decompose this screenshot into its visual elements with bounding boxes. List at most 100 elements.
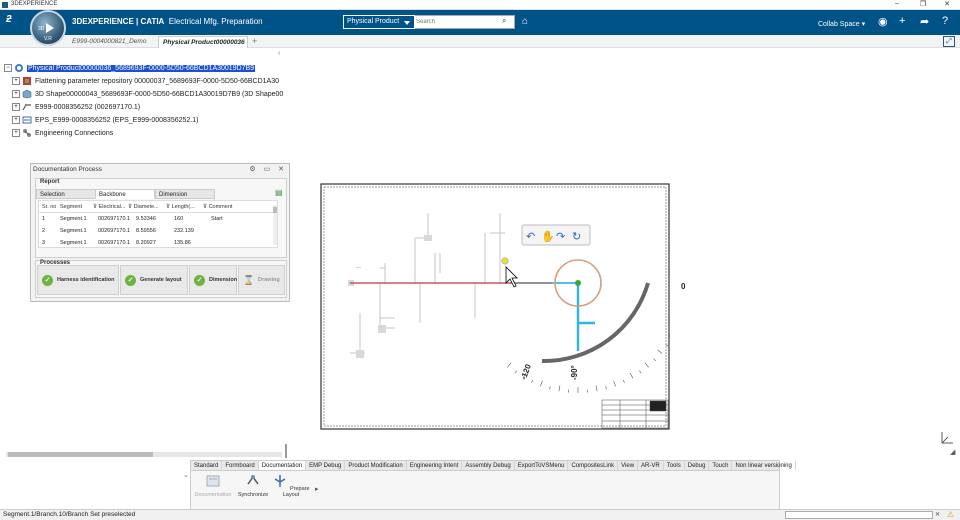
generate-layout-button[interactable]: ✓ Generate layout xyxy=(120,265,188,295)
tab-emp-debug[interactable]: EMP Debug xyxy=(306,461,346,470)
collapse-tree-icon[interactable]: ‹ xyxy=(278,50,280,57)
scroll-thumb[interactable] xyxy=(273,207,277,213)
tag-icon[interactable]: ⌂ xyxy=(522,16,528,27)
documentation-icon xyxy=(206,475,220,487)
tab-debug[interactable]: Debug xyxy=(685,461,710,470)
more-commands-icon[interactable]: ▸ xyxy=(315,485,319,493)
tab-e999-demo[interactable]: E999-0004000821_Demo xyxy=(68,36,156,48)
minimize-icon[interactable]: – xyxy=(886,0,908,7)
tab-export-to-vs-menu[interactable]: ExportToVSMenu xyxy=(515,461,569,470)
rotate-right-icon[interactable]: ↻ xyxy=(572,231,581,243)
tree-item-flattening[interactable]: + Flattening parameter repository 000000… xyxy=(12,75,279,87)
tree-horizontal-scrollbar[interactable] xyxy=(6,452,282,457)
column-header[interactable]: ⊽ Diamete... xyxy=(128,204,159,210)
angle-label-0: 0 xyxy=(681,282,686,291)
warning-icon[interactable]: ⚠ xyxy=(947,510,954,519)
tab-backbone[interactable]: Backbone xyxy=(95,189,155,199)
tab-engineering-intent[interactable]: Engineering Intent xyxy=(407,461,463,470)
report-table: Sr. no Segment ⊽ Electrical... ⊽ Diamete… xyxy=(38,200,278,248)
harness-icon xyxy=(22,103,31,111)
command-input[interactable] xyxy=(785,511,933,519)
tab-composites-link[interactable]: CompositesLink xyxy=(568,461,619,470)
tab-touch[interactable]: Touch xyxy=(709,461,733,470)
help-icon[interactable]: ? xyxy=(942,15,948,27)
column-header[interactable]: ⊽ Comment xyxy=(203,204,232,210)
tree-item-engineering-connections[interactable]: + Engineering Connections xyxy=(12,127,113,139)
collapse-action-bar-icon[interactable]: ⌄ xyxy=(183,471,189,479)
table-cell: 2 xyxy=(42,228,46,234)
tree-item-e999[interactable]: + E999-0008356252 (002697170.1) xyxy=(12,101,140,113)
collapse-icon[interactable]: − xyxy=(4,64,12,72)
action-bar-tabs: Standard Formboard Documentation EMP Deb… xyxy=(190,460,796,471)
eps-icon xyxy=(22,116,32,124)
tab-dimension[interactable]: Dimension xyxy=(155,189,215,199)
search-input[interactable] xyxy=(416,16,498,28)
play-icon xyxy=(46,23,54,33)
table-cell: 9.53346 xyxy=(136,216,156,222)
user-icon[interactable]: ◉ xyxy=(878,15,888,28)
panel-splitter[interactable] xyxy=(285,444,287,458)
panel-controls[interactable]: ⚙ ▭ ✕ xyxy=(249,165,287,173)
dimension-button[interactable]: ✓ Dimension xyxy=(189,265,237,295)
synchronize-command[interactable]: Synchronize xyxy=(233,474,273,498)
prepare-layout-command[interactable]: Prepare Layout xyxy=(271,474,311,498)
expand-node-icon[interactable]: + xyxy=(12,103,20,111)
column-header: Sr. no xyxy=(42,204,57,210)
tab-documentation[interactable]: Documentation xyxy=(258,461,307,470)
rotate-left-icon[interactable]: ↷ xyxy=(556,231,565,243)
search-icon[interactable]: ⌕ xyxy=(502,16,514,28)
add-icon[interactable]: + xyxy=(899,15,905,27)
synchronize-icon xyxy=(247,475,259,485)
collab-space-menu[interactable]: Collab Space ▾ xyxy=(818,20,865,28)
tab-view[interactable]: View xyxy=(618,461,639,470)
add-tab-icon[interactable]: + xyxy=(252,36,257,46)
expand-node-icon[interactable]: + xyxy=(12,129,20,137)
search-context-dropdown[interactable]: Physical Product xyxy=(343,15,415,29)
expand-node-icon[interactable]: + xyxy=(12,116,20,124)
branch-point[interactable] xyxy=(575,280,581,286)
check-icon: ✓ xyxy=(125,274,136,286)
table-cell: 1 xyxy=(42,216,46,222)
tab-formboard[interactable]: Formboard xyxy=(222,461,259,470)
resize-grip-icon[interactable]: ◢ xyxy=(950,448,955,456)
table-cell: Start xyxy=(211,216,223,222)
restore-icon[interactable]: ❐ xyxy=(912,0,934,8)
expand-node-icon[interactable]: + xyxy=(12,77,20,85)
tab-selection[interactable]: Selection xyxy=(36,189,96,199)
drawing-canvas[interactable]: ↶ ✋ ↷ ↻ — xyxy=(320,183,670,430)
brand-title: 3DEXPERIENCE | CATIA Electrical Mfg. Pre… xyxy=(72,17,263,26)
column-header[interactable]: ⊽ Length(... xyxy=(166,204,195,210)
sheet-frame xyxy=(320,183,670,430)
undo-icon[interactable]: ↶ xyxy=(526,231,535,243)
tab-ar-vr[interactable]: AR-VR xyxy=(638,461,664,470)
documentation-command[interactable]: Documentation xyxy=(193,474,233,498)
column-header[interactable]: ⊽ Electrical... xyxy=(93,204,125,210)
tree-item-3d-shape[interactable]: + 3D Shape00000043_5689693F-0000-5D50-66… xyxy=(12,88,283,100)
tab-tools[interactable]: Tools xyxy=(664,461,685,470)
node-point[interactable] xyxy=(501,257,509,265)
tab-assembly-debug[interactable]: Assembly Debug xyxy=(462,461,515,470)
action-bar-commands: ⌄ Documentation Synchronize Prepare Layo… xyxy=(183,471,780,511)
tab-standard[interactable]: Standard xyxy=(191,461,223,470)
expand-node-icon[interactable]: + xyxy=(12,90,20,98)
tab-non-linear-versioning[interactable]: Non linear versioning xyxy=(732,461,796,470)
tab-physical-product[interactable]: Physical Product00000036 xyxy=(158,36,248,48)
harness-identification-button[interactable]: ✓ Harness identification xyxy=(37,265,119,295)
compass-icon[interactable]: 3D V.R xyxy=(30,10,66,46)
tree-item-root[interactable]: − Physical Product00000036_5689693F-0000… xyxy=(4,62,256,74)
expand-icon[interactable]: ⤢ xyxy=(943,36,955,47)
table-scrollbar[interactable] xyxy=(273,205,277,245)
tab-product-modification[interactable]: Product Modification xyxy=(345,461,407,470)
share-icon[interactable]: ➦ xyxy=(920,15,929,28)
hand-icon[interactable]: ✋ xyxy=(541,230,555,243)
status-bar: Segment.1/Branch.10/Branch Set preselect… xyxy=(0,509,960,520)
connections-icon xyxy=(23,129,31,137)
export-icon[interactable]: ▤ xyxy=(275,188,283,197)
document-tab-bar: E999-0004000821_Demo Physical Product000… xyxy=(0,35,960,48)
scroll-thumb[interactable] xyxy=(8,452,153,457)
close-icon[interactable]: ✕ xyxy=(936,0,958,8)
clear-icon[interactable]: ✕ xyxy=(935,511,940,518)
tree-item-eps[interactable]: + EPS_E999-0008356252 (EPS_E999-00083562… xyxy=(12,114,198,126)
app-icon xyxy=(2,2,8,8)
drawing-button[interactable]: ⌛ Drawing xyxy=(238,265,285,295)
